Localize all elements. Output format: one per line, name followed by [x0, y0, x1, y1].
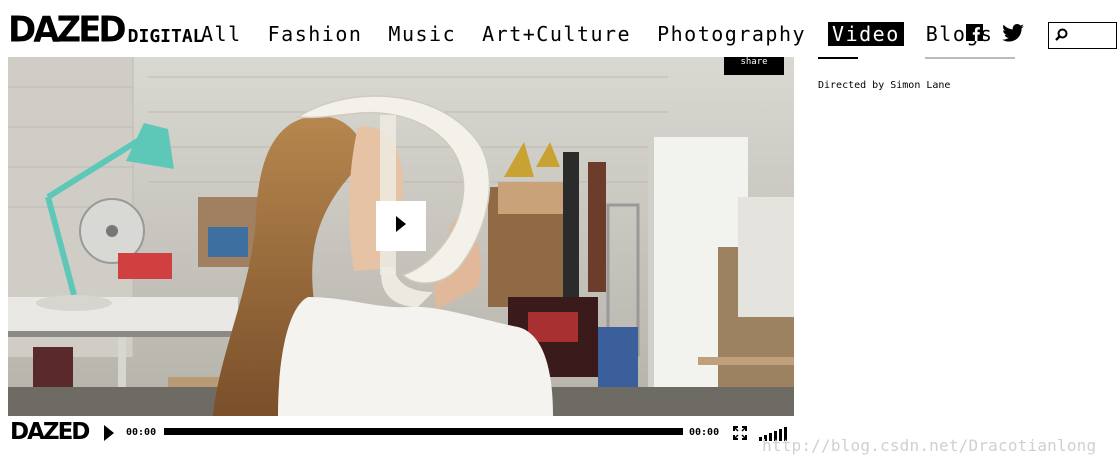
- video-controls: DAZED 00:00 00:00: [8, 416, 794, 448]
- video-player[interactable]: share: [8, 57, 794, 416]
- sidebar-tab-active-underline: [818, 57, 858, 59]
- control-play-icon[interactable]: [104, 425, 114, 445]
- watermark-text: http://blog.csdn.net/Dracotianlong: [762, 436, 1097, 455]
- search-icon[interactable]: [1055, 26, 1068, 45]
- progress-bar[interactable]: [164, 428, 683, 435]
- search-box: [1048, 22, 1117, 49]
- nav-item-all[interactable]: All: [197, 22, 246, 46]
- dazed-digital-logo[interactable]: DAZED DIGITAL: [8, 9, 204, 52]
- nav-item-blogs[interactable]: Blogs: [922, 22, 998, 46]
- nav-item-video[interactable]: Video: [828, 22, 904, 46]
- fullscreen-icon[interactable]: [733, 425, 747, 444]
- play-icon: [396, 216, 406, 236]
- main-nav: All Fashion Music Art+Culture Photograph…: [197, 22, 1015, 46]
- play-button[interactable]: [376, 201, 426, 251]
- logo-main-text: DAZED: [8, 9, 127, 52]
- nav-item-music[interactable]: Music: [384, 22, 460, 46]
- director-credit: Directed by Simon Lane: [818, 80, 951, 91]
- nav-item-fashion[interactable]: Fashion: [264, 22, 367, 46]
- twitter-icon[interactable]: [1002, 24, 1024, 42]
- nav-item-art-culture[interactable]: Art+Culture: [478, 22, 635, 46]
- current-time: 00:00: [126, 427, 157, 438]
- logo-sub-text: DIGITAL: [127, 26, 204, 47]
- player-logo: DAZED: [10, 419, 90, 445]
- search-input[interactable]: [1072, 25, 1112, 46]
- duration-time: 00:00: [689, 427, 720, 438]
- sidebar-tab-underline: [925, 57, 1015, 59]
- nav-item-photography[interactable]: Photography: [653, 22, 810, 46]
- facebook-icon[interactable]: [966, 24, 983, 41]
- share-button[interactable]: share: [724, 57, 784, 75]
